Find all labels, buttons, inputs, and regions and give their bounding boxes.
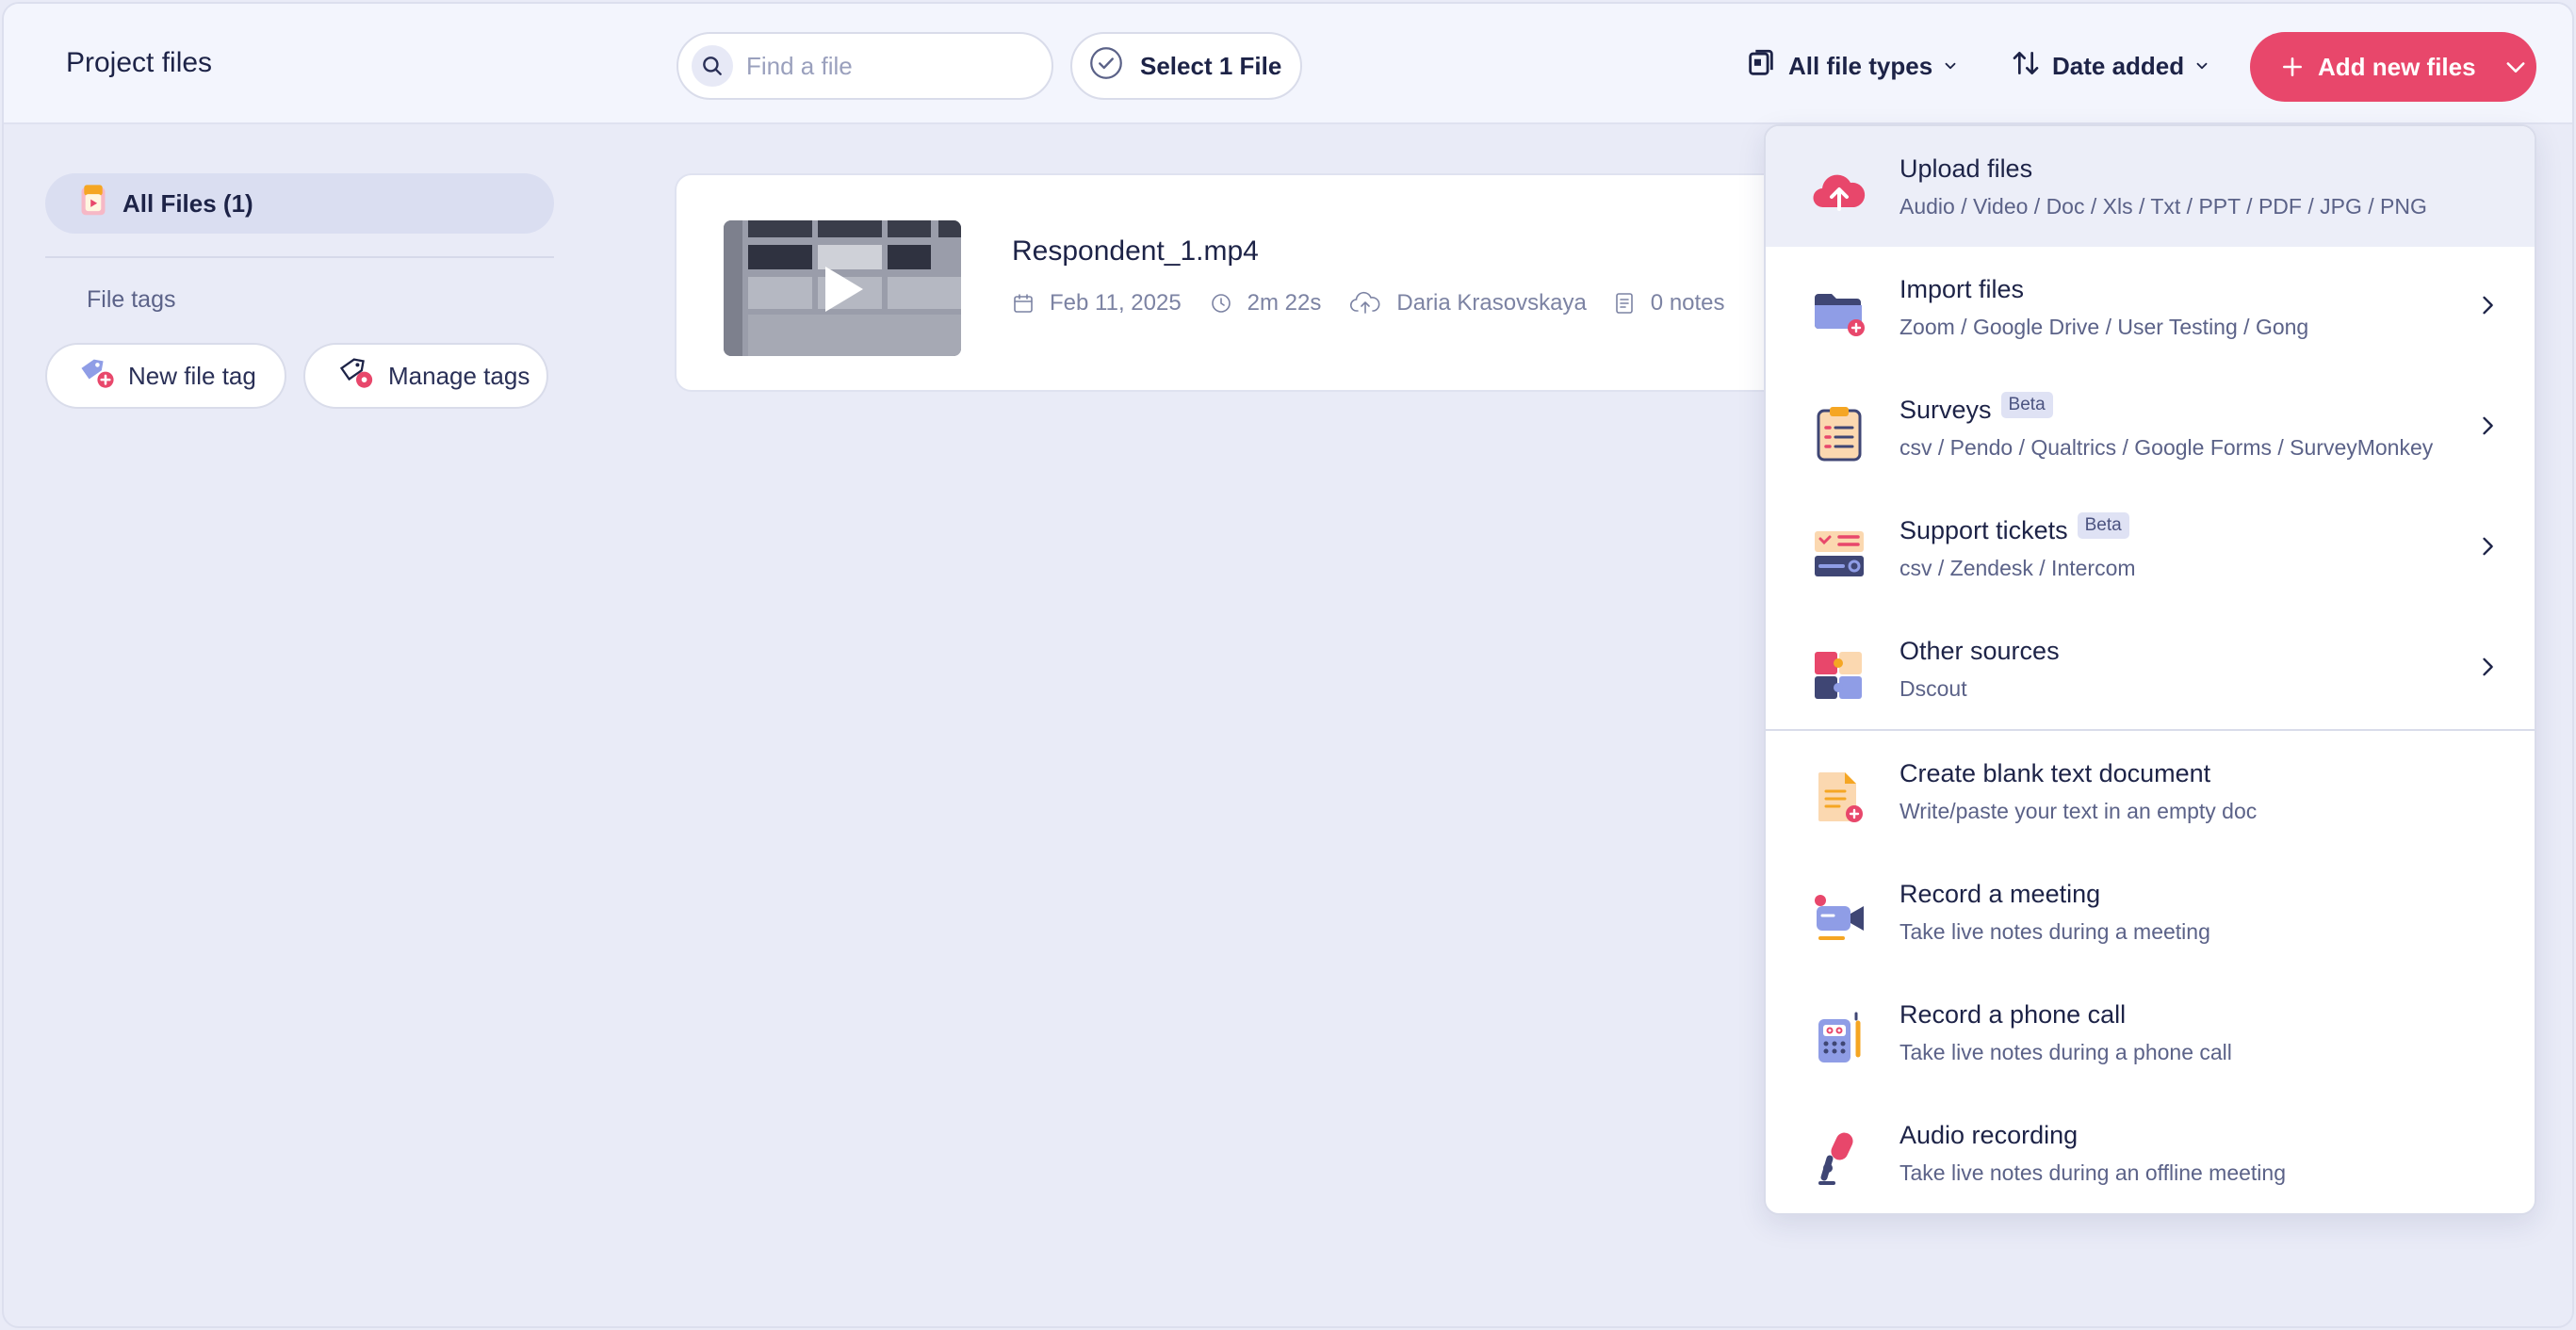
chevron-down-icon <box>2503 54 2529 80</box>
cloud-upload-icon <box>1811 164 1867 220</box>
all-files-label: All Files (1) <box>122 188 253 218</box>
menu-item-subtitle: csv / Zendesk / Intercom <box>1899 556 2136 580</box>
page-title: Project files <box>66 47 213 78</box>
file-uploader: Daria Krasovskaya <box>1349 290 1587 316</box>
check-circle-icon <box>1089 46 1123 87</box>
file-duration-text: 2m 22s <box>1247 290 1322 316</box>
menu-item-title: Upload files <box>1899 154 2033 183</box>
file-tags-heading: File tags <box>87 286 176 313</box>
play-icon[interactable] <box>820 264 867 319</box>
add-files-menu: Upload files Audio / Video / Doc / Xls /… <box>1764 124 2536 1215</box>
tag-add-icon <box>77 356 115 397</box>
microphone-icon <box>1811 1130 1867 1187</box>
file-card[interactable]: Respondent_1.mp4 Feb 11, 2025 2m 22s Dar… <box>675 173 1899 392</box>
menu-item-subtitle: Take live notes during a phone call <box>1899 1040 2232 1064</box>
search-input[interactable] <box>746 51 1029 81</box>
file-types-dropdown[interactable]: All file types <box>1745 41 1959 90</box>
chevron-down-icon <box>2193 52 2210 81</box>
tag-settings-icon <box>337 356 375 397</box>
clipboard-icon <box>1811 405 1867 462</box>
menu-item-subtitle: Take live notes during a meeting <box>1899 919 2210 944</box>
header-bar: Project files Select 1 File All file typ… <box>4 4 2572 124</box>
menu-item-record-meeting[interactable]: Record a meeting Take live notes during … <box>1766 852 2535 972</box>
menu-item-upload-files[interactable]: Upload files Audio / Video / Doc / Xls /… <box>1766 126 2535 247</box>
menu-item-subtitle: Write/paste your text in an empty doc <box>1899 799 2258 823</box>
menu-item-audio-recording[interactable]: Audio recording Take live notes during a… <box>1766 1093 2535 1213</box>
menu-item-title: Support tickets Beta <box>1899 511 2129 545</box>
menu-item-title: Record a meeting <box>1899 880 2101 908</box>
file-uploader-text: Daria Krasovskaya <box>1396 290 1587 316</box>
puzzle-icon <box>1811 646 1867 703</box>
sort-dropdown[interactable]: Date added <box>2011 41 2210 90</box>
search-box[interactable] <box>677 32 1053 100</box>
file-notes: 0 notes <box>1615 290 1725 316</box>
video-thumbnail[interactable] <box>724 220 961 356</box>
menu-item-subtitle: Zoom / Google Drive / User Testing / Gon… <box>1899 315 2309 339</box>
document-add-icon <box>1811 769 1867 825</box>
files-stack-icon <box>77 184 109 224</box>
menu-item-title: Other sources <box>1899 637 2060 665</box>
file-types-label: All file types <box>1788 51 1933 80</box>
sort-label: Date added <box>2052 51 2185 80</box>
select-files-label: Select 1 File <box>1140 51 1282 80</box>
chevron-right-icon <box>2474 411 2501 446</box>
chevron-right-icon <box>2474 290 2501 325</box>
menu-item-create-blank-doc[interactable]: Create blank text document Write/paste y… <box>1766 731 2535 852</box>
cloud-upload-icon <box>1349 291 1389 316</box>
search-icon <box>692 45 733 87</box>
file-type-icon <box>1745 47 1777 86</box>
ticket-icon <box>1811 526 1867 582</box>
new-file-tag-button[interactable]: New file tag <box>45 343 286 409</box>
menu-item-other-sources[interactable]: Other sources Dscout <box>1766 608 2535 729</box>
calendar-icon <box>1012 292 1042 315</box>
app-window: Project files Select 1 File All file typ… <box>2 2 2574 1328</box>
clock-icon <box>1210 292 1240 315</box>
beta-badge: Beta <box>2000 391 2053 418</box>
file-name[interactable]: Respondent_1.mp4 <box>1012 235 1259 268</box>
file-notes-text: 0 notes <box>1650 290 1725 316</box>
menu-item-title: Record a phone call <box>1899 1000 2127 1029</box>
sort-icon <box>2011 48 2041 85</box>
menu-item-title-text: Support tickets <box>1899 516 2068 544</box>
select-files-button[interactable]: Select 1 File <box>1070 32 1302 100</box>
beta-badge: Beta <box>2077 511 2129 539</box>
menu-item-subtitle: Take live notes during an offline meetin… <box>1899 1160 2287 1185</box>
add-new-files-label: Add new files <box>2318 52 2476 81</box>
menu-item-subtitle: csv / Pendo / Qualtrics / Google Forms /… <box>1899 435 2434 460</box>
file-date-text: Feb 11, 2025 <box>1050 290 1182 316</box>
menu-item-subtitle: Dscout <box>1899 676 1967 701</box>
plus-icon <box>2280 55 2305 79</box>
file-date: Feb 11, 2025 <box>1012 290 1182 316</box>
menu-item-title-text: Surveys <box>1899 396 1992 424</box>
file-duration: 2m 22s <box>1210 290 1322 316</box>
menu-item-record-phone-call[interactable]: Record a phone call Take live notes duri… <box>1766 972 2535 1093</box>
menu-item-title: Audio recording <box>1899 1121 2079 1149</box>
new-file-tag-label: New file tag <box>128 361 256 390</box>
menu-item-title: Create blank text document <box>1899 759 2211 787</box>
menu-item-subtitle: Audio / Video / Doc / Xls / Txt / PPT / … <box>1899 194 2427 219</box>
sidebar-divider <box>45 256 554 258</box>
video-camera-icon <box>1811 889 1867 946</box>
menu-item-support-tickets[interactable]: Support tickets Beta csv / Zendesk / Int… <box>1766 488 2535 608</box>
note-icon <box>1615 292 1643 315</box>
menu-item-import-files[interactable]: Import files Zoom / Google Drive / User … <box>1766 247 2535 367</box>
chevron-down-icon <box>1942 52 1959 81</box>
menu-item-title: Surveys Beta <box>1899 391 2053 425</box>
sidebar-item-all-files[interactable]: All Files (1) <box>45 173 554 234</box>
folder-import-icon <box>1811 284 1867 341</box>
phone-icon <box>1811 1010 1867 1066</box>
chevron-right-icon <box>2474 652 2501 687</box>
manage-tags-button[interactable]: Manage tags <box>303 343 548 409</box>
menu-item-title: Import files <box>1899 275 2025 303</box>
manage-tags-label: Manage tags <box>388 361 530 390</box>
file-meta: Feb 11, 2025 2m 22s Daria Krasovskaya 0 … <box>1012 290 1753 316</box>
chevron-right-icon <box>2474 531 2501 566</box>
menu-item-surveys[interactable]: Surveys Beta csv / Pendo / Qualtrics / G… <box>1766 367 2535 488</box>
add-new-files-button[interactable]: Add new files <box>2250 32 2536 102</box>
